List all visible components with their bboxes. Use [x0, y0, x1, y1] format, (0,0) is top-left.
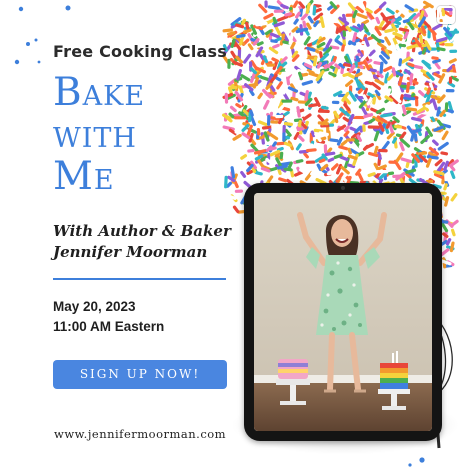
- subtitle: Free Cooking Class: [53, 42, 228, 61]
- tablet-device: [244, 183, 442, 441]
- sign-up-button[interactable]: SIGN UP NOW!: [53, 360, 227, 389]
- instagram-multi-photo-icon: [437, 6, 455, 24]
- website-link[interactable]: www.jennifermoorman.com: [54, 427, 226, 441]
- event-date: May 20, 2023: [53, 299, 136, 314]
- byline: With Author & Baker Jennifer Moorman: [53, 221, 253, 263]
- byline-line: With Author & Baker: [53, 222, 231, 240]
- baker-photo: [254, 193, 432, 431]
- tablet-photo: [254, 193, 432, 431]
- divider: [53, 278, 226, 280]
- headline-line: with: [53, 112, 137, 157]
- byline-line: Jennifer Moorman: [53, 243, 208, 261]
- flyer-canvas: Free Cooking Class Bake with Me With Aut…: [0, 0, 463, 471]
- event-datetime: May 20, 2023 11:00 AM Eastern: [53, 297, 164, 337]
- headline: Bake with Me: [53, 72, 243, 198]
- event-time: 11:00 AM Eastern: [53, 319, 165, 334]
- headline-line: Me: [53, 154, 115, 199]
- headline-line: Bake: [53, 70, 146, 115]
- tablet-camera: [341, 186, 345, 190]
